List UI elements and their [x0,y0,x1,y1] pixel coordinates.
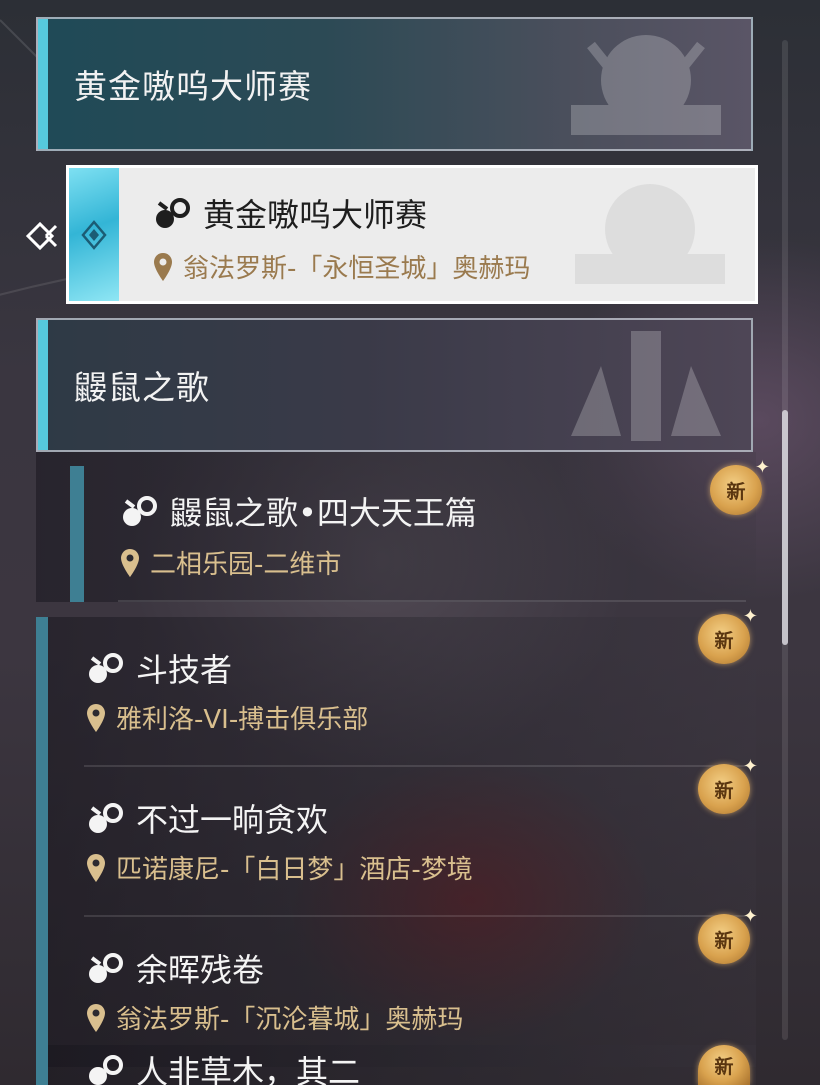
location-pin-icon [154,252,172,281]
new-badge: 新 ✦ [698,756,758,814]
quest-title-row: 鼹鼠之歌•四大天王篇 [120,488,477,534]
location-pin-icon [121,548,139,577]
quest-item[interactable]: 人非草木，其二 [36,1045,756,1085]
quest-location-row: 雅利洛-VI-搏击俱乐部 [86,699,368,736]
quest-title: 斗技者 [136,651,233,689]
quest-bar [36,767,48,917]
quest-title-row: 斗技者 [86,645,232,691]
group-title: 鼹鼠之歌 [74,368,210,407]
quest-icon [89,953,123,983]
group-accent [38,19,48,149]
quest-title-row: 人非草木，其二 [86,1047,360,1085]
quest-icon [89,1055,123,1085]
quest-location-row: 翁法罗斯-「沉沦暮城」奥赫玛 [86,999,463,1036]
new-badge: 新 ✦ [710,457,770,515]
quest-title: 余晖残卷 [136,951,265,989]
new-badge: 新 ✦ [698,606,758,664]
quest-item-selected[interactable]: 黄金嗷呜大师赛 翁法罗斯-「永恒圣城」奥赫玛 [66,165,758,304]
group-title: 黄金嗷呜大师赛 [74,67,312,106]
mascot-emblem-icon [571,35,721,135]
quest-location-row: 二相乐园-二维市 [120,544,341,581]
quest-title-row: 不过一晌贪欢 [86,795,328,841]
quest-item[interactable]: 不过一晌贪欢 匹诺康尼-「白日梦」酒店-梦境 [36,767,756,917]
quest-icon [156,198,190,228]
selected-quest-title-row: 黄金嗷呜大师赛 [153,190,427,236]
quest-divider [118,600,746,602]
quest-icon [89,803,123,833]
quest-title: 鼹鼠之歌•四大天王篇 [170,494,477,532]
selector-arrow-icon [25,221,58,251]
selected-side-bar [69,168,119,301]
location-pin-icon [87,703,105,732]
quest-location: 匹诺康尼-「白日梦」酒店-梦境 [116,855,473,885]
quest-title: 不过一晌贪欢 [136,801,329,839]
scrollbar-thumb[interactable] [782,410,788,645]
quest-icon [89,653,123,683]
location-pin-icon [87,1003,105,1032]
selected-quest-location: 翁法罗斯-「永恒圣城」奥赫玛 [183,254,531,284]
quest-title-row: 余晖残卷 [86,945,264,991]
quest-bar [36,617,48,767]
quest-item[interactable]: 鼹鼠之歌•四大天王篇 二相乐园-二维市 [36,452,756,602]
selected-quest-location-row: 翁法罗斯-「永恒圣城」奥赫玛 [153,248,530,285]
quest-title: 人非草木，其二 [136,1053,361,1085]
diamond-marker-icon [81,219,107,250]
new-badge: 新 ✦ [698,906,758,964]
quest-location-row: 匹诺康尼-「白日梦」酒店-梦境 [86,849,473,886]
location-pin-icon [87,853,105,882]
quest-bar [36,1045,48,1085]
group-header-mole-song[interactable]: 鼹鼠之歌 [36,318,753,452]
group-accent [38,320,48,450]
quest-location: 二相乐园-二维市 [150,550,342,580]
group-header-golden-awoo[interactable]: 黄金嗷呜大师赛 [36,17,753,151]
quest-bar [70,466,84,602]
quest-icon [123,496,157,526]
quest-location: 翁法罗斯-「沉沦暮城」奥赫玛 [116,1005,464,1035]
tower-emblem-icon [571,331,721,441]
selected-quest-title: 黄金嗷呜大师赛 [203,196,428,234]
quest-location: 雅利洛-VI-搏击俱乐部 [116,705,369,735]
quest-item[interactable]: 斗技者 雅利洛-VI-搏击俱乐部 [36,617,756,767]
mascot-emblem-icon [575,184,725,284]
